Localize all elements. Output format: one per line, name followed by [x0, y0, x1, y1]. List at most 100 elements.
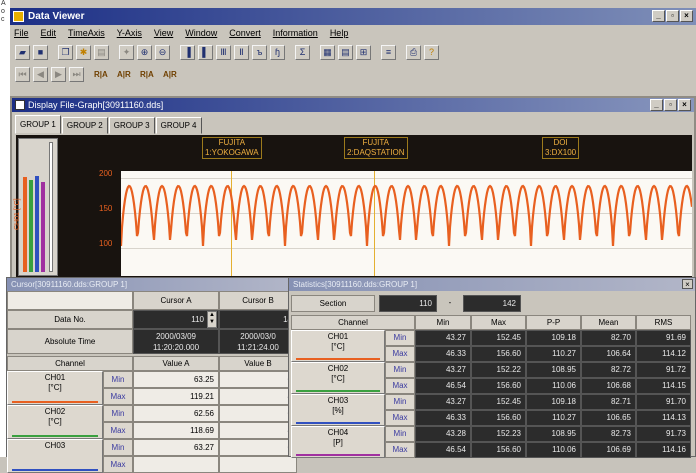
stats-mean-min-value: 82.73 — [581, 426, 636, 442]
tab-group-3[interactable]: GROUP 3 — [108, 117, 155, 134]
statistics-close-icon[interactable]: × — [682, 279, 693, 289]
menu-edit[interactable]: Edit — [41, 26, 57, 40]
menu-bar: File Edit TimeAxis Y-Axis View Window Co… — [10, 26, 696, 40]
graph-window-titlebar[interactable]: Display File-Graph[30911160.dds] _ ▫ × — [12, 98, 694, 112]
zoom-out-icon[interactable]: ⊖ — [155, 44, 170, 60]
cursor-channel-button-3[interactable]: CH03 — [7, 439, 103, 473]
paste-icon[interactable]: ✱ — [76, 44, 91, 60]
value-b-min: 6 — [219, 439, 297, 456]
tab-group-1[interactable]: GROUP 1 — [15, 115, 61, 134]
open-icon[interactable]: ▰ — [15, 44, 30, 60]
mdi-workspace: Display File-Graph[30911160.dds] _ ▫ × G… — [6, 96, 696, 473]
child-close-button[interactable]: × — [678, 99, 691, 111]
cursor-ra-button-1[interactable]: R|A — [94, 70, 114, 79]
marker-1-line1: FUJITA — [218, 138, 246, 147]
data-no-b-field[interactable]: 14 — [219, 310, 297, 329]
app-titlebar[interactable]: Data Viewer _ ▫ × — [10, 8, 696, 25]
cursor-ar-button-2[interactable]: A|R — [163, 70, 183, 79]
print-preview-icon[interactable]: ✦ — [119, 44, 134, 60]
level-bars-panel — [18, 138, 58, 276]
trend-plot[interactable] — [121, 171, 692, 276]
graph-c-icon[interactable]: Ⅲ — [216, 44, 231, 60]
menu-view[interactable]: View — [154, 26, 173, 40]
y-tick-100: 100 — [99, 239, 113, 248]
section-to-field[interactable]: 142 — [463, 295, 521, 312]
stats-min-max-value: 46.54 — [415, 378, 471, 394]
menu-file[interactable]: File — [14, 26, 29, 40]
cursor-channel-button-1[interactable]: CH01 [°C] — [7, 371, 103, 405]
marker-2-line2: 2:DAQSTATION — [347, 148, 405, 157]
child-maximize-button[interactable]: ▫ — [664, 99, 677, 111]
stats-max-min-value: 152.22 — [471, 362, 526, 378]
graph-b-icon[interactable]: ▌ — [198, 44, 213, 60]
stats-min-min-value: 43.28 — [415, 426, 471, 442]
cursor-ra-button-2[interactable]: R|A — [140, 70, 160, 79]
menu-convert[interactable]: Convert — [229, 26, 261, 40]
data-no-spinner[interactable]: ▲ ▼ — [207, 311, 217, 328]
tab-group-4[interactable]: GROUP 4 — [155, 117, 202, 134]
step-next-icon[interactable]: ▶ — [51, 66, 66, 82]
save-icon[interactable]: ■ — [33, 44, 48, 60]
marker-3[interactable]: DOI 3:DX100 — [542, 137, 580, 159]
menu-window[interactable]: Window — [185, 26, 217, 40]
value-b-max: 8 — [219, 422, 297, 439]
stats-pp-max-value: 110.06 — [526, 442, 581, 458]
child-minimize-button[interactable]: _ — [650, 99, 663, 111]
stats-channel-button-3[interactable]: CH03 [%] — [291, 394, 385, 426]
stats-channel-name: CH03 — [327, 396, 349, 405]
cursor-channel-name: CH02 — [44, 407, 66, 416]
stats-pp-max-value: 110.27 — [526, 346, 581, 362]
graph-d-icon[interactable]: Ⅱ — [234, 44, 249, 60]
stats-min-max-value: 46.33 — [415, 346, 471, 362]
stats-rms-min-value: 91.72 — [636, 362, 691, 378]
table-a-icon[interactable]: ▦ — [320, 44, 335, 60]
tab-group-2[interactable]: GROUP 2 — [61, 117, 108, 134]
menu-help[interactable]: Help — [330, 26, 349, 40]
max-label: Max — [103, 388, 133, 405]
help-icon[interactable]: ? — [424, 44, 439, 60]
redo-icon[interactable]: ▤ — [94, 44, 109, 60]
stats-channel-button-1[interactable]: CH01 [°C] — [291, 330, 385, 362]
step-last-icon[interactable]: ⏭ — [69, 66, 84, 82]
graph-f-icon[interactable]: ɧ — [270, 44, 285, 60]
stats-mean-max-value: 106.64 — [581, 346, 636, 362]
section-from-field[interactable]: 110 — [379, 295, 437, 312]
cursor-panel-title[interactable]: Cursor[30911160.dds:GROUP 1] — [7, 278, 295, 291]
graph-a-icon[interactable]: ▐ — [180, 44, 195, 60]
marker-2[interactable]: FUJITA 2:DAQSTATION — [344, 137, 408, 159]
table-b-icon[interactable]: ▤ — [338, 44, 353, 60]
cursor-panel: Cursor[30911160.dds:GROUP 1] Cursor A Cu… — [6, 277, 297, 473]
sum-icon[interactable]: Σ — [295, 44, 310, 60]
value-a-header: Value A — [133, 356, 219, 371]
stats-channel-button-2[interactable]: CH02 [°C] — [291, 362, 385, 394]
stats-pp-max-value: 110.27 — [526, 410, 581, 426]
fragment-text-2: o — [1, 8, 5, 15]
menu-yaxis[interactable]: Y-Axis — [117, 26, 142, 40]
close-button[interactable]: × — [680, 10, 693, 22]
stats-channel-button-4[interactable]: CH04 [P] — [291, 426, 385, 458]
step-first-icon[interactable]: ⏮ — [15, 66, 30, 82]
maximize-button[interactable]: ▫ — [666, 10, 679, 22]
copy-icon[interactable]: ❐ — [58, 44, 73, 60]
graph-e-icon[interactable]: ъ — [252, 44, 267, 60]
cursor-channel-button-2[interactable]: CH02 [°C] — [7, 405, 103, 439]
scroll-bar[interactable] — [49, 142, 53, 272]
stats-max-max-value: 156.60 — [471, 410, 526, 426]
stats-mean-min-value: 82.71 — [581, 394, 636, 410]
list-icon[interactable]: ≡ — [381, 44, 396, 60]
graph-area[interactable]: CH01 [°C] 200 150 100 FUJITA 1:YOKOGAWA … — [14, 135, 692, 278]
minimize-button[interactable]: _ — [652, 10, 665, 22]
menu-timeaxis[interactable]: TimeAxis — [68, 26, 105, 40]
table-c-icon[interactable]: ⊞ — [356, 44, 371, 60]
value-a-max: 118.69 — [133, 422, 219, 439]
step-prev-icon[interactable]: ◀ — [33, 66, 48, 82]
stats-channel-unit: [°C] — [331, 342, 345, 351]
statistics-panel-title[interactable]: Statistics[30911160.dds:GROUP 1] × — [289, 278, 695, 291]
printer-icon[interactable]: ⎙ — [406, 44, 421, 60]
menu-information[interactable]: Information — [273, 26, 318, 40]
zoom-in-icon[interactable]: ⊕ — [137, 44, 152, 60]
marker-1[interactable]: FUJITA 1:YOKOGAWA — [202, 137, 262, 159]
cursor-ar-button-1[interactable]: A|R — [117, 70, 137, 79]
max-label: Max — [103, 456, 133, 473]
group-tabs: GROUP 1 GROUP 2 GROUP 3 GROUP 4 — [15, 115, 202, 134]
